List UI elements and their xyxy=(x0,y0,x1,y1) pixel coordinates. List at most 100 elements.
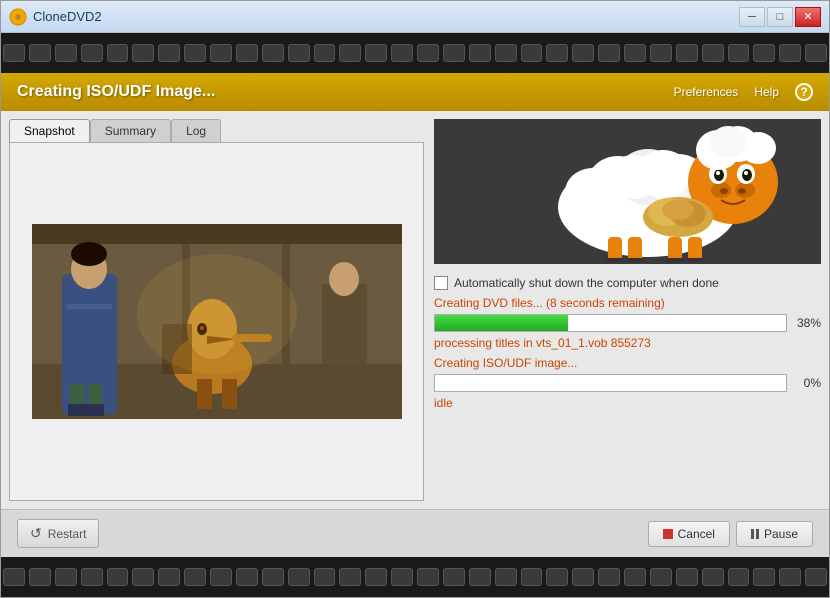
film-hole xyxy=(158,44,180,62)
restart-label: Restart xyxy=(48,527,87,541)
film-hole xyxy=(650,44,672,62)
processing-status: processing titles in vts_01_1.vob 855273 xyxy=(434,336,821,350)
sheep-mascot-area xyxy=(434,119,821,264)
filmstrip-holes-bottom xyxy=(3,568,827,586)
film-hole xyxy=(391,44,413,62)
film-hole xyxy=(55,44,77,62)
film-hole xyxy=(702,568,724,586)
film-hole xyxy=(443,568,465,586)
cancel-button[interactable]: Cancel xyxy=(648,521,730,547)
film-hole xyxy=(236,44,258,62)
header-title: Creating ISO/UDF Image... xyxy=(17,83,215,101)
progress-iso-bar xyxy=(434,374,787,392)
maximize-button[interactable]: □ xyxy=(767,7,793,27)
film-hole xyxy=(443,44,465,62)
action-buttons: Cancel Pause xyxy=(648,521,813,547)
pause-button[interactable]: Pause xyxy=(736,521,813,547)
film-hole xyxy=(728,44,750,62)
film-hole xyxy=(262,568,284,586)
film-hole xyxy=(676,44,698,62)
cancel-label: Cancel xyxy=(678,527,715,541)
film-hole xyxy=(314,44,336,62)
film-hole xyxy=(805,568,827,586)
film-hole xyxy=(469,568,491,586)
film-hole xyxy=(521,44,543,62)
film-hole xyxy=(314,568,336,586)
film-hole xyxy=(624,568,646,586)
minimize-button[interactable]: ─ xyxy=(739,7,765,27)
filmstrip-top xyxy=(1,33,829,73)
film-hole xyxy=(3,568,25,586)
film-hole xyxy=(236,568,258,586)
window-controls: ─ □ ✕ xyxy=(739,7,821,27)
film-hole xyxy=(81,568,103,586)
titlebar: CloneDVD2 ─ □ ✕ xyxy=(1,1,829,33)
filmstrip-bottom xyxy=(1,557,829,597)
left-panel: Snapshot Summary Log xyxy=(9,119,424,501)
close-button[interactable]: ✕ xyxy=(795,7,821,27)
tab-log[interactable]: Log xyxy=(171,119,221,142)
progress-iso-section: Creating ISO/UDF image... 0% idle xyxy=(434,356,821,410)
restart-icon: ↺ xyxy=(30,525,42,542)
pause-icon xyxy=(751,529,759,539)
progress-dvd-row: 38% xyxy=(434,314,821,332)
progress-iso-percent: 0% xyxy=(793,376,821,390)
help-link[interactable]: Help xyxy=(754,85,779,99)
main-content: Snapshot Summary Log xyxy=(1,111,829,509)
film-hole xyxy=(805,44,827,62)
tab-snapshot[interactable]: Snapshot xyxy=(9,119,90,142)
film-hole xyxy=(339,568,361,586)
film-hole xyxy=(753,568,775,586)
preferences-link[interactable]: Preferences xyxy=(674,85,739,99)
help-button[interactable]: ? xyxy=(795,83,813,101)
progress-dvd-label: Creating DVD files... (8 seconds remaini… xyxy=(434,296,821,310)
film-hole xyxy=(546,44,568,62)
film-hole xyxy=(495,44,517,62)
film-hole xyxy=(107,568,129,586)
film-hole xyxy=(650,568,672,586)
cancel-icon xyxy=(663,529,673,539)
film-hole xyxy=(210,44,232,62)
film-hole xyxy=(29,568,51,586)
tab-summary[interactable]: Summary xyxy=(90,119,171,142)
film-hole xyxy=(417,44,439,62)
auto-shutdown-checkbox[interactable] xyxy=(434,276,448,290)
filmstrip-holes-top xyxy=(3,44,827,62)
film-hole xyxy=(624,44,646,62)
header-bar: Creating ISO/UDF Image... Preferences He… xyxy=(1,73,829,111)
film-hole xyxy=(55,568,77,586)
idle-status: idle xyxy=(434,396,821,410)
titlebar-left: CloneDVD2 xyxy=(9,8,102,26)
film-hole xyxy=(81,44,103,62)
film-hole xyxy=(288,568,310,586)
film-hole xyxy=(132,568,154,586)
film-hole xyxy=(779,568,801,586)
header-links: Preferences Help ? xyxy=(674,83,813,101)
film-hole xyxy=(107,44,129,62)
restart-button[interactable]: ↺ Restart xyxy=(17,519,99,548)
app-icon xyxy=(9,8,27,26)
film-hole xyxy=(572,568,594,586)
auto-shutdown-label: Automatically shut down the computer whe… xyxy=(454,276,719,290)
film-hole xyxy=(365,44,387,62)
progress-dvd-percent: 38% xyxy=(793,316,821,330)
progress-iso-label: Creating ISO/UDF image... xyxy=(434,356,821,370)
film-hole xyxy=(753,44,775,62)
film-hole xyxy=(29,44,51,62)
film-hole xyxy=(288,44,310,62)
video-thumbnail xyxy=(32,224,402,419)
film-hole xyxy=(728,568,750,586)
film-hole xyxy=(262,44,284,62)
pause-label: Pause xyxy=(764,527,798,541)
film-hole xyxy=(339,44,361,62)
film-hole xyxy=(702,44,724,62)
progress-iso-row: 0% xyxy=(434,374,821,392)
film-hole xyxy=(3,44,25,62)
film-hole xyxy=(469,44,491,62)
main-window: CloneDVD2 ─ □ ✕ xyxy=(0,0,830,598)
film-hole xyxy=(132,44,154,62)
film-hole xyxy=(184,568,206,586)
tabs: Snapshot Summary Log xyxy=(9,119,424,142)
film-hole xyxy=(184,44,206,62)
window-title: CloneDVD2 xyxy=(33,9,102,24)
